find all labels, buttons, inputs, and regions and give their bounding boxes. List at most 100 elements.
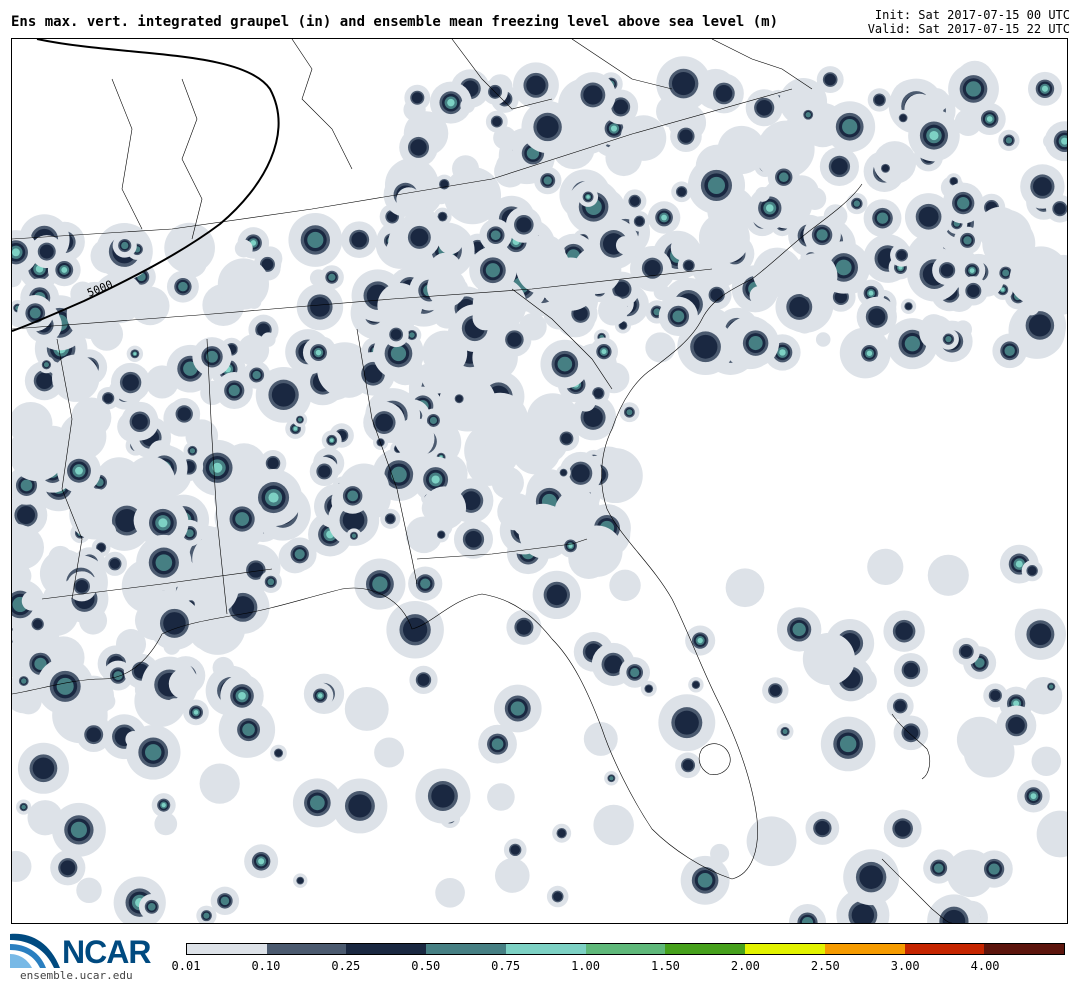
graupel-cell (151, 793, 176, 818)
colorbar-tick-label: 1.00 (571, 959, 600, 973)
graupel-cell (469, 246, 517, 294)
state-border (181, 78, 203, 240)
graupel-cell (292, 412, 308, 427)
graupel-cell (998, 129, 1020, 151)
ensemble-url[interactable]: ensemble.ucar.edu (20, 969, 133, 982)
graupel-cell (408, 566, 443, 601)
graupel-cell (52, 354, 100, 402)
graupel-cell (183, 699, 209, 726)
graupel-cell (1017, 779, 1050, 813)
graupel-cell (309, 456, 339, 487)
graupel-cell (601, 297, 620, 317)
graupel-cell (578, 186, 599, 207)
graupel-cell (386, 600, 444, 659)
graupel-cell (553, 425, 580, 452)
graupel-cell (546, 885, 569, 908)
graupel-cell (958, 276, 988, 306)
graupel-cell (237, 334, 270, 366)
graupel-cell (677, 254, 700, 277)
lake-okeechobee (698, 743, 731, 775)
graupel-cell (415, 768, 471, 824)
graupel-cell (904, 193, 953, 241)
graupel-cell (948, 63, 999, 115)
graupel-cell (552, 823, 572, 843)
graupel-cell (409, 665, 438, 695)
graupel-cell (259, 570, 282, 593)
graupel-cell (404, 84, 431, 111)
graupel-cell (932, 255, 963, 286)
colorbar-ticks: 0.01 0.10 0.25 0.50 0.75 1.00 1.50 2.00 2.50 3.00… (172, 959, 1065, 973)
colorbar-swatch (426, 944, 506, 954)
colorbar-swatch (904, 944, 985, 954)
graupel-cell (762, 677, 789, 704)
graupel-cell (374, 737, 405, 768)
graupel-cell (593, 804, 634, 846)
map-panel[interactable]: 5000 (11, 38, 1068, 924)
graupel-cell (12, 850, 32, 883)
graupel-cell (51, 802, 106, 857)
graupel-cell (900, 298, 917, 314)
colorbar-tick-label: 3.00 (890, 959, 920, 973)
graupel-cell (192, 532, 246, 587)
graupel-cell (491, 466, 524, 499)
colorbar-tick-label: 1.50 (651, 959, 680, 973)
graupel-cell (138, 894, 165, 920)
colorbar-tick-label: 0.75 (491, 959, 521, 973)
graupel-cell (656, 56, 711, 111)
graupel-cell (867, 548, 904, 585)
graupel-cell (556, 465, 571, 480)
graupel-cell (340, 221, 378, 258)
colorbar-tick-label: 0.50 (411, 959, 441, 973)
graupel-cell (487, 783, 515, 811)
graupel-cell (183, 441, 202, 460)
graupel-cell (217, 258, 270, 310)
graupel-cell (399, 128, 438, 167)
colorbar-tick-label: 2.00 (730, 959, 760, 973)
colorbar (186, 943, 1065, 955)
graupel-cell (494, 155, 527, 188)
graupel-cell (953, 226, 982, 255)
graupel-cell (820, 716, 876, 772)
graupel-cell (16, 799, 32, 815)
graupel-cell (688, 677, 704, 693)
graupel-cell (164, 222, 215, 274)
colorbar-swatch (266, 944, 347, 954)
graupel-cell (609, 569, 641, 602)
graupel-cell (398, 216, 441, 259)
graupel-cell (126, 345, 144, 363)
graupel-cell (394, 418, 435, 459)
colorbar-swatch (745, 944, 825, 954)
graupel-cell (460, 98, 475, 113)
graupel-cell (975, 850, 1013, 888)
graupel-cell (1031, 746, 1061, 776)
graupel-field (12, 56, 1067, 923)
graupel-cell (670, 120, 702, 153)
valid-time: Valid: Sat 2017-07-15 22 UTC (867, 22, 1070, 36)
run-times: Init: Sat 2017-07-15 00 UTC Valid: Sat 2… (868, 8, 1070, 36)
graupel-cell (819, 146, 860, 187)
graupel-cell (658, 694, 716, 752)
graupel-cell (485, 110, 508, 133)
graupel-cell (102, 551, 127, 576)
graupel-cell (234, 239, 253, 258)
graupel-cell (427, 268, 467, 308)
graupel-cell (996, 705, 1037, 746)
graupel-cell (677, 318, 734, 375)
graupel-cell (125, 730, 142, 748)
graupel-cell (685, 625, 716, 656)
graupel-cell (270, 744, 287, 762)
graupel-cell (540, 339, 590, 389)
graupel-cell (863, 199, 902, 238)
graupel-cell (952, 637, 980, 666)
graupel-cell (843, 849, 900, 906)
graupel-cell (598, 362, 630, 394)
graupel-cell (698, 212, 750, 264)
graupel-cell (71, 397, 112, 438)
graupel-cell (321, 430, 342, 451)
graupel-cell (503, 838, 527, 862)
graupel-cell (168, 668, 200, 700)
colorbar-swatch (665, 944, 746, 954)
graupel-cell (1036, 810, 1067, 858)
graupel-cell (799, 105, 818, 124)
init-time: Init: Sat 2017-07-15 00 UTC (874, 8, 1070, 22)
